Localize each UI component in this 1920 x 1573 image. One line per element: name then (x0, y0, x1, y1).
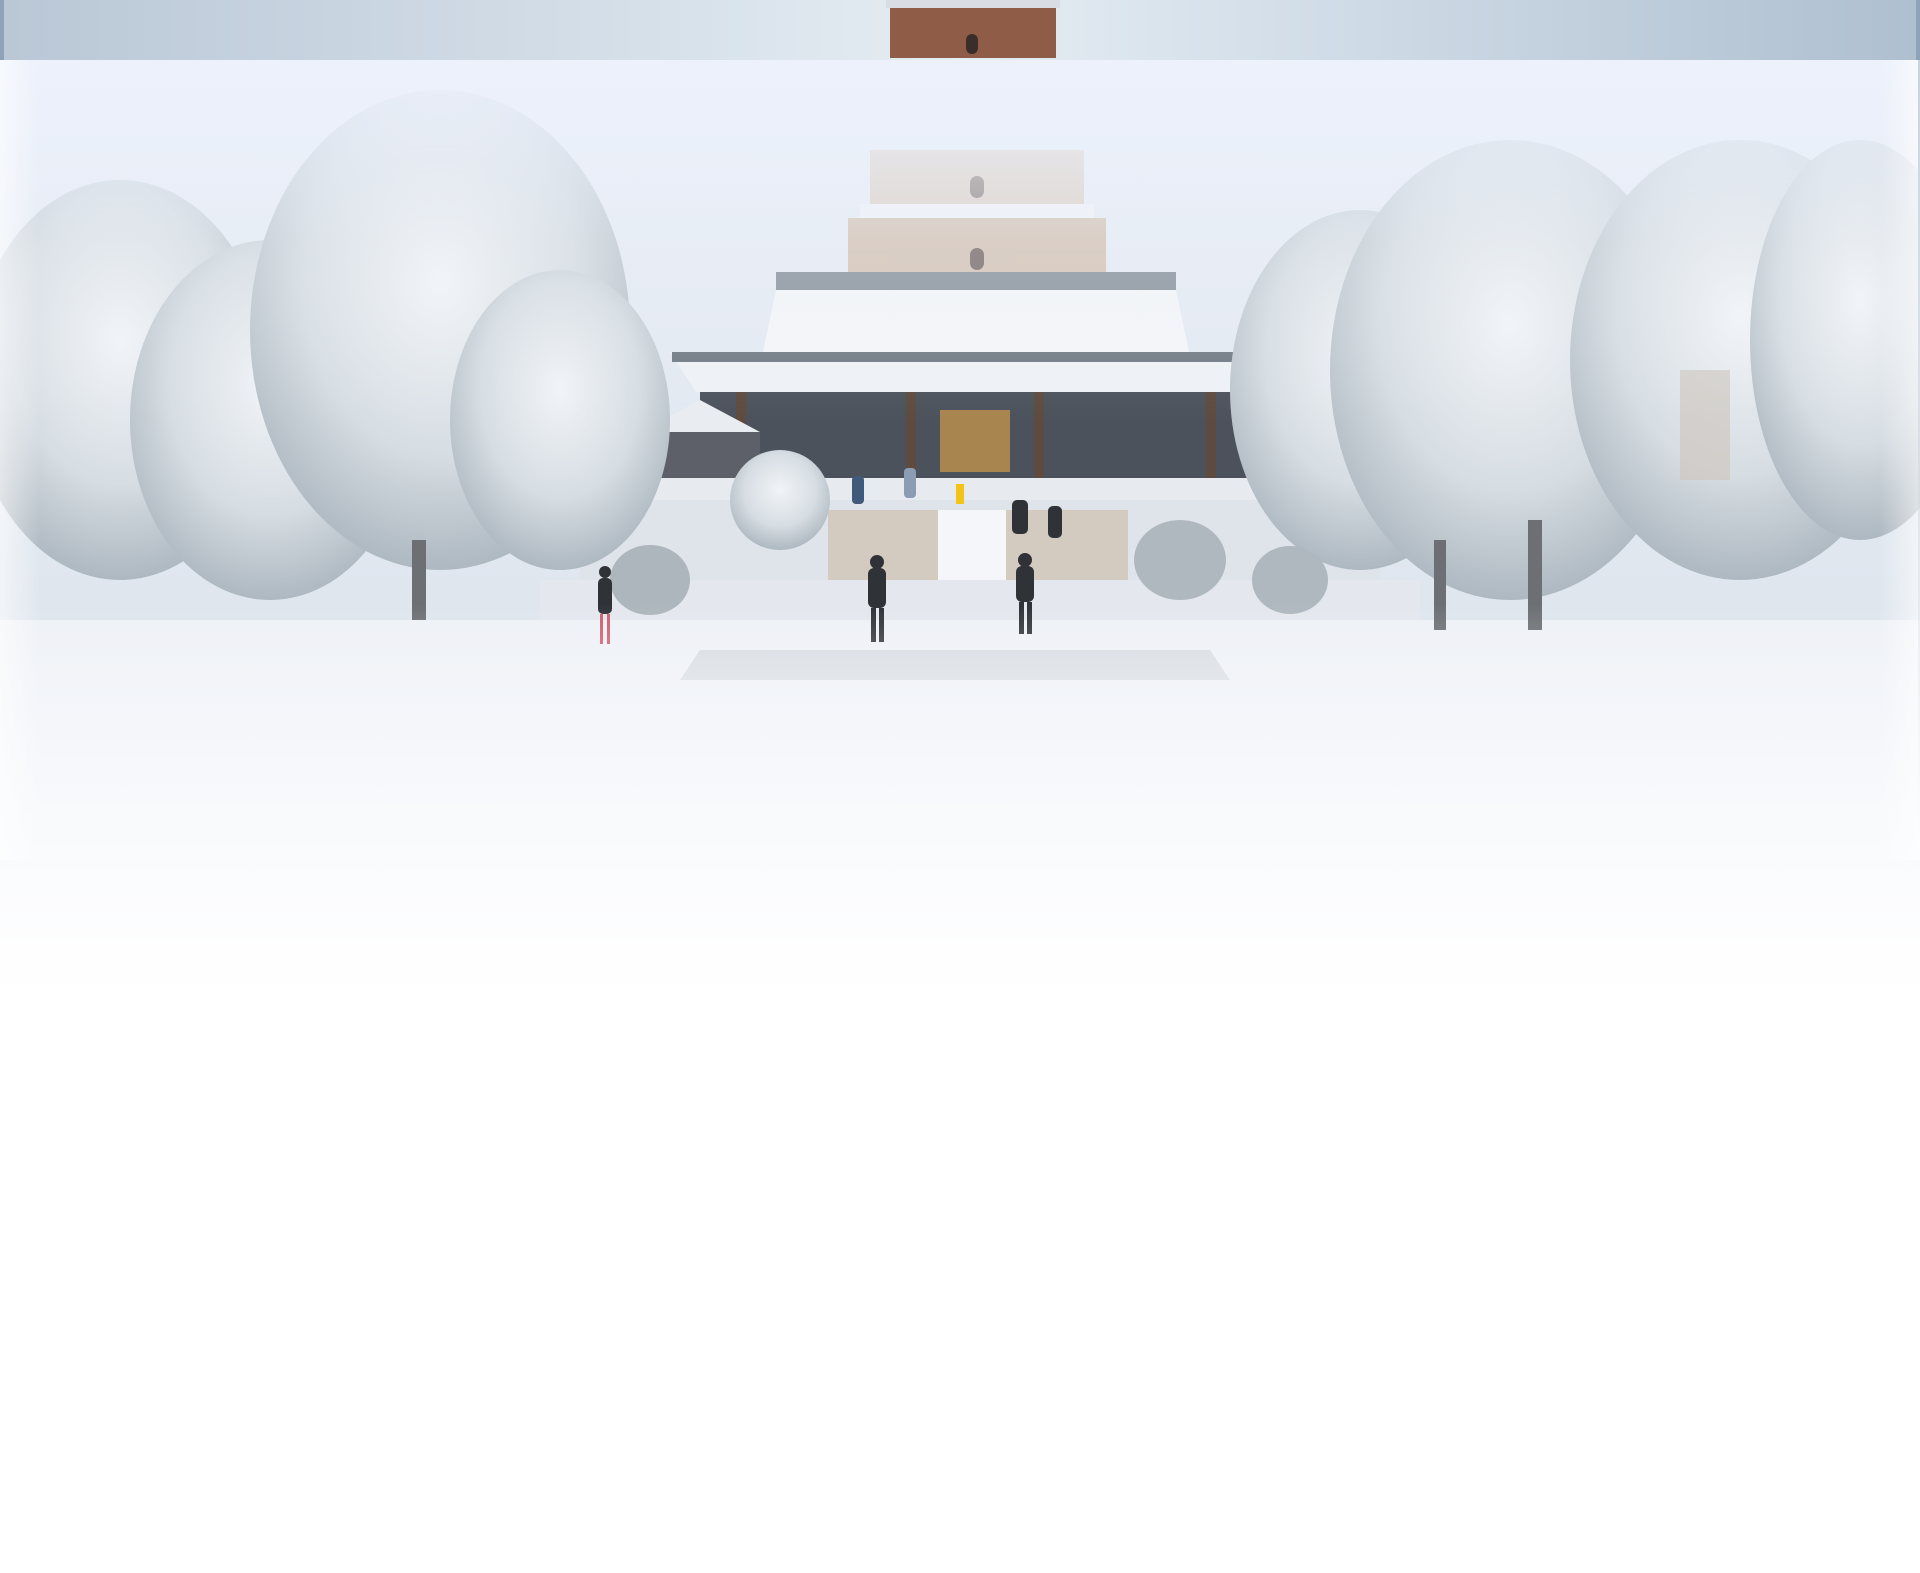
pagoda-top (886, 0, 1060, 58)
pagoda-body (848, 150, 1106, 272)
left-side-fade (0, 60, 40, 860)
right-side-fade (1880, 60, 1920, 860)
paved-plaza (680, 650, 1230, 680)
photo-stage (0, 0, 1920, 1573)
snowy-temple-photo (0, 0, 1920, 940)
